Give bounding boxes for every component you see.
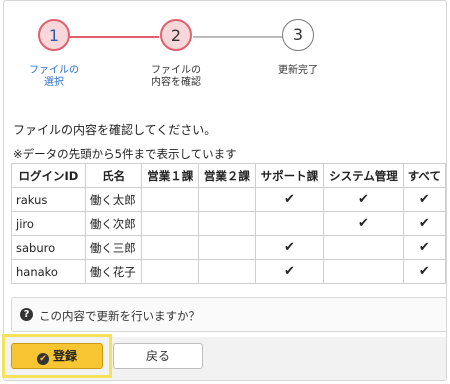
cell-name: 働く次郎: [84, 211, 143, 236]
check-mark-icon: ✔: [402, 211, 446, 236]
empty-cell: [254, 211, 325, 236]
empty-cell: [198, 211, 256, 236]
cell-login-id: jiro: [11, 211, 86, 236]
table-row: rakus 働く太郎 ✔ ✔ ✔: [11, 187, 446, 212]
confirm-message: この内容で更新を行いますか？: [39, 309, 200, 323]
column-header-login-id: ログインID: [11, 163, 86, 188]
table-row: jiro 働く次郎 ✔ ✔: [11, 211, 446, 236]
check-mark-icon: ✔: [254, 187, 325, 212]
step-1-label[interactable]: ファイルの 選択: [9, 65, 99, 89]
empty-cell: [323, 235, 404, 260]
empty-cell: [141, 235, 200, 260]
question-icon: ?: [20, 308, 33, 321]
check-circle-icon: ✔: [36, 353, 49, 365]
empty-cell: [323, 259, 404, 284]
step-3-label: 更新完了: [278, 65, 318, 76]
step-1-circle: 1: [38, 19, 70, 51]
step-2-circle: 2: [160, 19, 192, 51]
check-mark-icon: ✔: [323, 187, 404, 212]
check-mark-icon: ✔: [402, 259, 446, 284]
check-mark-icon: ✔: [254, 259, 325, 284]
column-header-support: サポート課: [254, 163, 325, 188]
import-confirm-panel: 1 2 3 ファイルの 選択 ファイルの 内容を確認 更新完了 ファイルの内容を…: [3, 0, 447, 381]
table-row: saburo 働く三郎 ✔ ✔: [11, 235, 446, 260]
confirm-message-box: ? この内容で更新を行いますか？: [11, 297, 446, 332]
preview-note: ※データの先頭から5件まで表示しています: [13, 147, 237, 161]
instruction-text: ファイルの内容を確認してください。: [13, 123, 217, 137]
empty-cell: [198, 235, 256, 260]
cell-name: 働く三郎: [84, 235, 143, 260]
empty-cell: [198, 187, 256, 212]
table-row: hanako 働く花子 ✔ ✔: [11, 259, 446, 284]
column-header-all: すべて: [402, 163, 446, 188]
column-header-system-admin: システム管理: [323, 163, 404, 188]
step-2-label: ファイルの 内容を確認: [151, 65, 201, 88]
progress-stepper: 1 2 3 ファイルの 選択 ファイルの 内容を確認 更新完了: [4, 1, 446, 111]
cell-name: 働く花子: [84, 259, 143, 284]
table-header-row: ログインID 氏名 営業１課 営業２課 サポート課 システム管理 すべて: [11, 163, 446, 188]
step-connector-1: [69, 36, 159, 38]
check-mark-icon: ✔: [254, 235, 325, 260]
check-mark-icon: ✔: [402, 187, 446, 212]
back-button-label: 戻る: [145, 349, 170, 363]
step-connector-2: [193, 36, 283, 38]
check-mark-icon: ✔: [323, 211, 404, 236]
column-header-sales-2: 営業２課: [198, 163, 256, 188]
empty-cell: [141, 187, 200, 212]
empty-cell: [198, 259, 256, 284]
step-3-circle: 3: [282, 19, 314, 51]
cell-login-id: hanako: [11, 259, 86, 284]
cell-name: 働く太郎: [84, 187, 143, 212]
back-button[interactable]: 戻る: [113, 343, 203, 369]
check-mark-icon: ✔: [402, 235, 446, 260]
cell-login-id: saburo: [11, 235, 86, 260]
register-button[interactable]: ✔ 登録: [11, 343, 103, 369]
empty-cell: [141, 259, 200, 284]
preview-table: ログインID 氏名 営業１課 営業２課 サポート課 システム管理 すべて rak…: [11, 163, 446, 284]
column-header-sales-1: 営業１課: [141, 163, 200, 188]
column-header-name: 氏名: [84, 163, 143, 188]
register-button-label: 登録: [52, 349, 77, 363]
empty-cell: [141, 211, 200, 236]
cell-login-id: rakus: [11, 187, 86, 212]
